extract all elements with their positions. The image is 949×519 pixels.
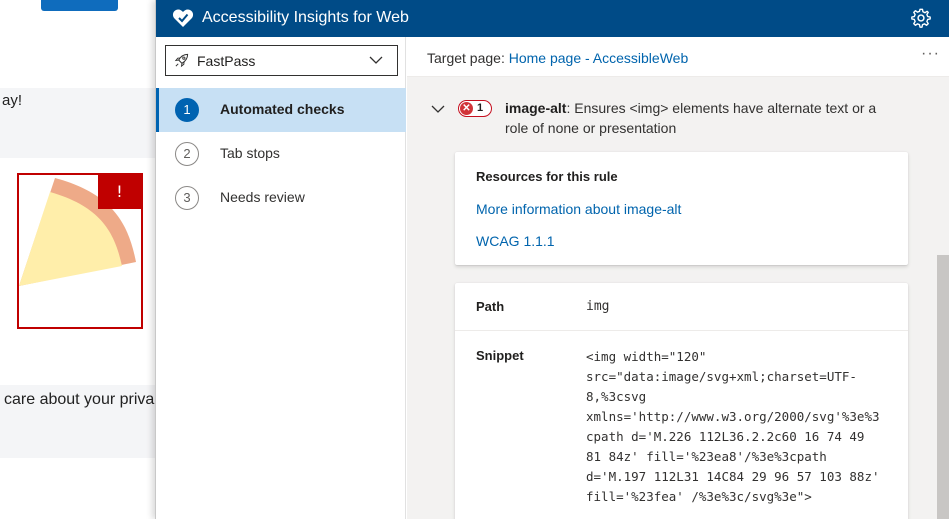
wcag-link[interactable]: WCAG 1.1.1: [476, 233, 555, 249]
rule-summary: image-alt: Ensures <img> elements have a…: [505, 98, 895, 138]
more-options-icon[interactable]: ···: [921, 45, 940, 63]
nav-item-automated-checks[interactable]: 1 Automated checks: [156, 88, 406, 132]
more-info-link[interactable]: More information about image-alt: [476, 201, 681, 217]
target-page-bar: Target page: Home page - AccessibleWeb ·…: [407, 37, 949, 77]
error-icon: ✕: [460, 102, 473, 115]
resources-title: Resources for this rule: [476, 169, 618, 184]
target-page-prefix: Target page:: [427, 50, 505, 66]
background-text: care about your priva: [4, 391, 155, 408]
step-number: 1: [175, 98, 199, 122]
background-page: ay! ! care about your priva: [0, 0, 160, 519]
chevron-down-icon: [369, 56, 383, 64]
main-content: Target page: Home page - AccessibleWeb ·…: [407, 37, 949, 519]
chevron-down-icon[interactable]: [431, 104, 445, 114]
snippet-value: <img width="120" src="data:image/svg+xml…: [586, 349, 880, 504]
nav-item-tab-stops[interactable]: 2 Tab stops: [156, 132, 406, 176]
mode-dropdown[interactable]: FastPass: [165, 45, 398, 76]
failure-marker: !: [98, 175, 141, 209]
target-page-link[interactable]: Home page - AccessibleWeb: [509, 50, 689, 66]
snippet-label: Snippet: [476, 348, 524, 363]
background-button[interactable]: [41, 0, 118, 11]
failure-count: 1: [477, 102, 484, 114]
target-page-label: Target page: Home page - AccessibleWeb: [427, 50, 688, 66]
scrollbar[interactable]: [936, 77, 949, 519]
rule-name: image-alt: [505, 100, 567, 116]
nav-item-label: Automated checks: [220, 101, 345, 117]
rocket-icon: [174, 53, 189, 68]
left-navigation: FastPass 1 Automated checks 2 Tab stops …: [156, 37, 406, 519]
failure-details-card: Path img Snippet <img width="120" src="d…: [455, 283, 908, 519]
divider: [455, 330, 908, 331]
nav-item-needs-review[interactable]: 3 Needs review: [156, 176, 406, 220]
step-number: 2: [175, 142, 199, 166]
path-value: img: [586, 299, 610, 314]
accessibility-insights-panel: Accessibility Insights for Web FastPass …: [155, 0, 949, 519]
nav-item-label: Needs review: [220, 189, 305, 205]
resources-card: Resources for this rule More information…: [455, 152, 908, 265]
path-label: Path: [476, 299, 505, 314]
background-text: ay!: [2, 92, 23, 109]
step-number: 3: [175, 186, 199, 210]
highlighted-image: !: [17, 173, 143, 329]
gear-icon[interactable]: [910, 7, 932, 29]
title-bar: Accessibility Insights for Web: [156, 0, 949, 37]
scrollbar-thumb[interactable]: [937, 255, 949, 519]
heart-logo-icon: [172, 9, 194, 27]
nav-item-label: Tab stops: [220, 145, 280, 161]
mode-dropdown-value: FastPass: [197, 53, 256, 69]
failure-count-badge: ✕ 1: [458, 100, 492, 117]
app-title: Accessibility Insights for Web: [202, 9, 409, 26]
background-band: [0, 88, 160, 158]
